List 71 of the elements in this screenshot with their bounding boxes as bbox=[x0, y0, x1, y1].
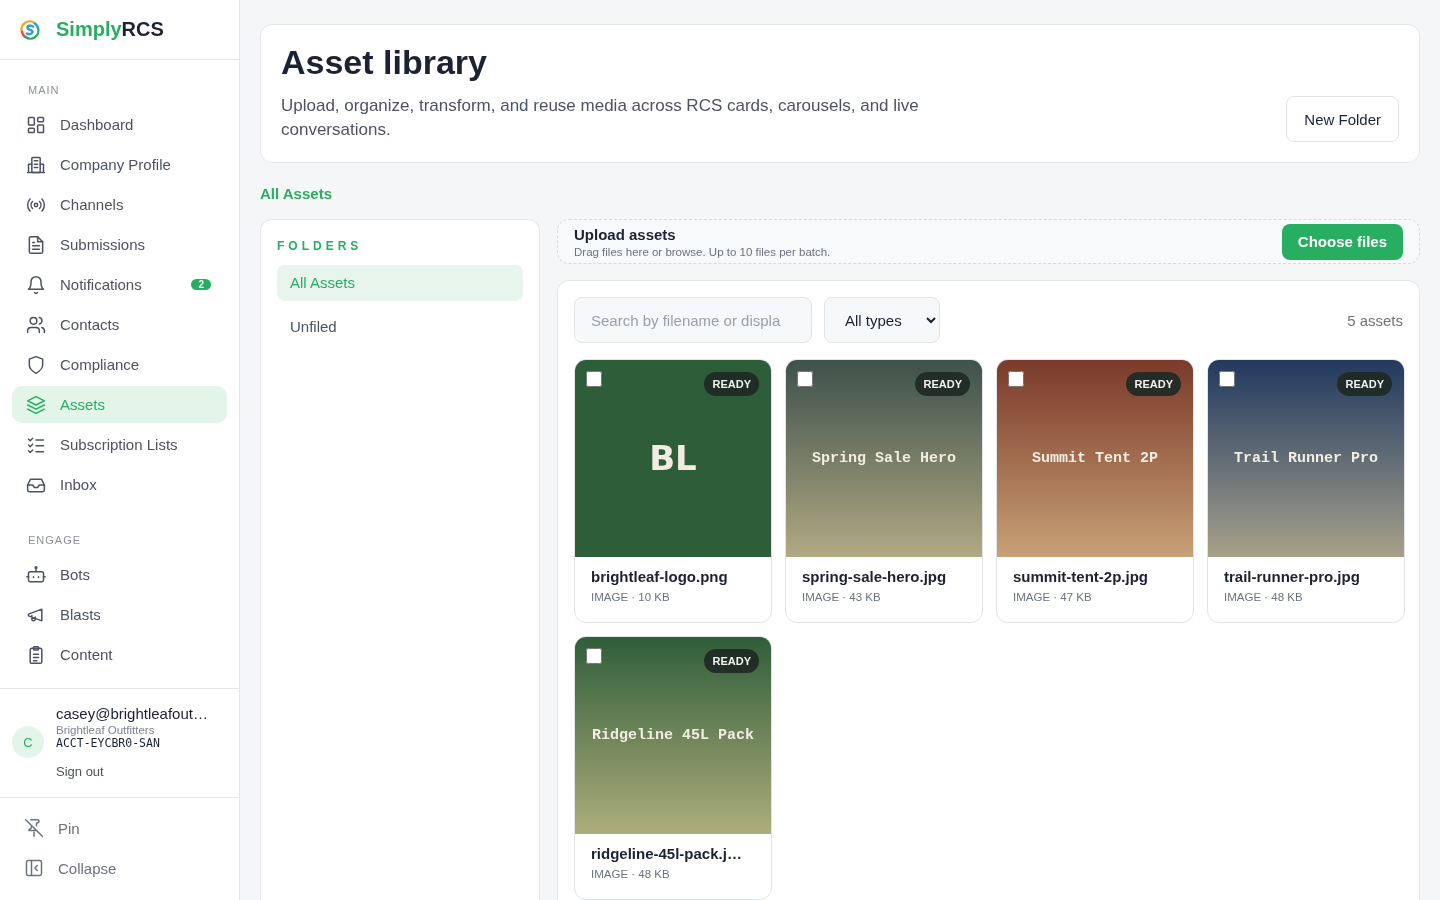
nav-item[interactable]: Inbox bbox=[12, 466, 227, 503]
folder-item[interactable]: Unfiled bbox=[277, 309, 523, 345]
section-label: MAIN bbox=[27, 83, 61, 98]
user-email: casey@brightleafout… bbox=[56, 705, 208, 722]
search-field[interactable]: Search by filename or displa bbox=[574, 297, 812, 343]
bell-icon bbox=[26, 274, 46, 295]
pin-off-icon bbox=[24, 818, 44, 838]
upload-dropzone[interactable]: Upload assets Drag files here or browse. Up to 10 files per batch. Choose files bbox=[557, 219, 1420, 264]
upload-title: Upload assets bbox=[574, 225, 676, 243]
nav-item[interactable]: Compliance bbox=[12, 346, 227, 383]
status-badge: READY bbox=[915, 372, 970, 396]
file-meta: IMAGE · 43 KB bbox=[802, 591, 882, 603]
select-checkbox[interactable] bbox=[797, 371, 813, 387]
nav-item[interactable]: Submissions bbox=[12, 226, 227, 263]
section-label: ENGAGE bbox=[27, 533, 83, 548]
collapse-icon bbox=[24, 858, 44, 878]
file-name: ridgeline-45l-pack.j… bbox=[591, 845, 742, 862]
nav-item[interactable]: Bots bbox=[12, 556, 227, 593]
status-badge: READY bbox=[1337, 372, 1392, 396]
nav-item[interactable]: Content bbox=[12, 636, 227, 673]
select-checkbox[interactable] bbox=[586, 371, 602, 387]
file-name: trail-runner-pro.jpg bbox=[1224, 568, 1360, 585]
status-badge: READY bbox=[704, 649, 759, 673]
folders-title: FOLDERS bbox=[277, 239, 363, 253]
grid-icon bbox=[26, 114, 46, 135]
nav-item[interactable]: Subscription Lists bbox=[12, 426, 227, 463]
nav-item[interactable]: Dashboard bbox=[12, 106, 227, 143]
shield-icon bbox=[26, 354, 46, 375]
file-meta: IMAGE · 48 KB bbox=[1224, 591, 1304, 603]
nav-item[interactable]: Channels bbox=[12, 186, 227, 223]
thumbnail-caption: Trail Runner Pro bbox=[1234, 448, 1378, 469]
document-icon bbox=[26, 234, 46, 255]
asset-count: 5 assets bbox=[1347, 311, 1403, 329]
file-name: brightleaf-logo.png bbox=[591, 568, 728, 585]
status-badge: READY bbox=[704, 372, 759, 396]
brand-name: SimplyRCS bbox=[56, 18, 164, 41]
nav-item[interactable]: Contacts bbox=[12, 306, 227, 343]
page-subtitle: Upload, organize, transform, and reuse media across RCS cards, carousels, and live conversations. bbox=[281, 95, 920, 141]
clipboard-icon bbox=[26, 644, 46, 665]
select-checkbox[interactable] bbox=[1008, 371, 1024, 387]
footer-item[interactable]: Pin bbox=[12, 808, 227, 848]
users-icon bbox=[26, 314, 46, 335]
new-folder-button[interactable]: New Folder bbox=[1286, 96, 1399, 142]
select-checkbox[interactable] bbox=[1219, 371, 1235, 387]
building-icon bbox=[26, 154, 46, 175]
thumbnail-caption: Spring Sale Hero bbox=[812, 448, 956, 469]
nav-item[interactable]: Company Profile bbox=[12, 146, 227, 183]
thumbnail-caption: BL bbox=[649, 437, 697, 481]
robot-icon bbox=[26, 564, 46, 585]
avatar: C bbox=[12, 726, 44, 758]
company-name: Brightleaf Outfitters bbox=[56, 724, 155, 736]
footer-item[interactable]: Collapse bbox=[12, 848, 227, 888]
status-badge: READY bbox=[1126, 372, 1181, 396]
file-name: summit-tent-2p.jpg bbox=[1013, 568, 1148, 585]
file-meta: IMAGE · 47 KB bbox=[1013, 591, 1093, 603]
nav-item[interactable]: Notifications 2 bbox=[12, 266, 227, 303]
file-meta: IMAGE · 48 KB bbox=[591, 868, 671, 880]
layers-icon bbox=[26, 394, 46, 415]
nav-item[interactable]: Blasts bbox=[12, 596, 227, 633]
thumbnail-caption: Summit Tent 2P bbox=[1032, 448, 1158, 469]
type-dropdown[interactable]: All types bbox=[824, 297, 940, 343]
sign-out-link[interactable]: Sign out bbox=[56, 764, 104, 779]
account-id: ACCT-EYCBR0-SAN bbox=[56, 736, 160, 750]
logo-icon bbox=[18, 17, 42, 42]
upload-hint: Drag files here or browse. Up to 10 files per batch. bbox=[574, 245, 831, 258]
select-checkbox[interactable] bbox=[586, 648, 602, 664]
file-name: spring-sale-hero.jpg bbox=[802, 568, 947, 585]
file-meta: IMAGE · 10 KB bbox=[591, 591, 671, 603]
page-title: Asset library bbox=[281, 43, 488, 82]
thumbnail-caption: Ridgeline 45L Pack bbox=[592, 725, 754, 746]
count-badge: 2 bbox=[191, 279, 211, 290]
